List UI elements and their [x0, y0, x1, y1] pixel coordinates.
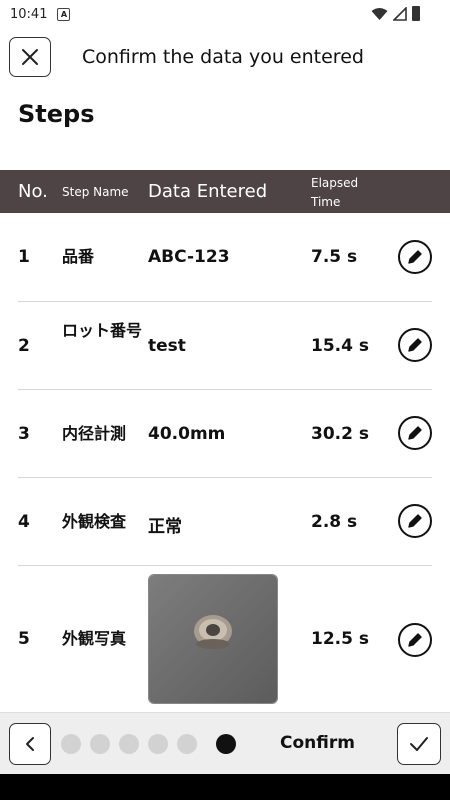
step-progress-dots: [61, 734, 236, 754]
row-number: 3: [18, 424, 30, 444]
bottom-bar: Confirm: [0, 712, 450, 775]
row-number: 2: [18, 336, 30, 356]
status-time: 10:41: [10, 6, 48, 22]
notification-icon: A: [57, 7, 71, 21]
wifi-icon: [371, 7, 388, 20]
row-step-name: 外観写真: [62, 629, 127, 648]
signal-icon: [393, 6, 407, 21]
row-elapsed: 12.5 s: [311, 629, 369, 649]
edit-button[interactable]: [398, 328, 432, 362]
pencil-icon: [408, 633, 422, 647]
row-data: 40.0mm: [148, 424, 226, 444]
step-dot: [119, 734, 139, 754]
pencil-icon: [408, 338, 422, 352]
row-elapsed: 2.8 s: [311, 512, 358, 532]
close-button[interactable]: [9, 37, 51, 77]
row-data: test: [148, 336, 186, 356]
back-button[interactable]: [9, 723, 51, 765]
table-row: 2 ロット番号 test 15.4 s: [18, 301, 432, 390]
close-icon: [22, 49, 38, 65]
table-row: 4 外観検査 正常 2.8 s: [18, 477, 432, 566]
row-step-name: 内径計測: [62, 424, 127, 443]
column-header-step-name: Step Name: [62, 185, 129, 199]
step-dot: [148, 734, 168, 754]
column-header-data-entered: Data Entered: [148, 181, 268, 202]
row-step-name: 品番: [62, 247, 95, 266]
step-dot: [90, 734, 110, 754]
edit-button[interactable]: [398, 623, 432, 657]
section-title: Steps: [18, 100, 95, 128]
step-dot-active: [216, 734, 236, 754]
column-header-no: No.: [18, 181, 48, 202]
step-dot: [177, 734, 197, 754]
row-elapsed: 7.5 s: [311, 247, 358, 267]
header-title: Confirm the data you entered: [82, 46, 364, 68]
battery-icon: [412, 6, 420, 21]
row-elapsed: 15.4 s: [311, 336, 369, 356]
confirm-button[interactable]: [397, 723, 441, 765]
row-number: 1: [18, 247, 30, 267]
row-data: 正常: [148, 517, 182, 537]
pencil-icon: [408, 514, 422, 528]
row-number: 4: [18, 512, 30, 532]
column-header-elapsed-time: Elapsed Time: [311, 176, 359, 209]
status-bar: 10:41 A: [0, 0, 450, 28]
edit-button[interactable]: [398, 240, 432, 274]
row-data: ABC-123: [148, 247, 230, 267]
system-navigation-bar: [0, 774, 450, 800]
pencil-icon: [408, 426, 422, 440]
row-number: 5: [18, 629, 30, 649]
pencil-icon: [408, 250, 422, 264]
chevron-left-icon: [26, 737, 34, 751]
step-dot: [61, 734, 81, 754]
table-row: 5 外観写真 12.5 s: [18, 565, 432, 712]
confirm-label: Confirm: [280, 733, 355, 753]
table-row: 1 品番 ABC-123 7.5 s: [18, 213, 432, 302]
table-header: No. Step Name Data Entered Elapsed Time: [0, 170, 450, 213]
edit-button[interactable]: [398, 504, 432, 538]
row-step-name: 外観検査: [62, 512, 127, 531]
row-elapsed: 30.2 s: [311, 424, 369, 444]
row-step-name: ロット番号: [62, 321, 143, 340]
edit-button[interactable]: [398, 416, 432, 450]
header: Confirm the data you entered: [0, 30, 450, 86]
check-icon: [410, 737, 428, 751]
table-row: 3 内径計測 40.0mm 30.2 s: [18, 389, 432, 478]
nut-photo-image: [149, 575, 277, 703]
inspection-photo: [148, 574, 278, 704]
